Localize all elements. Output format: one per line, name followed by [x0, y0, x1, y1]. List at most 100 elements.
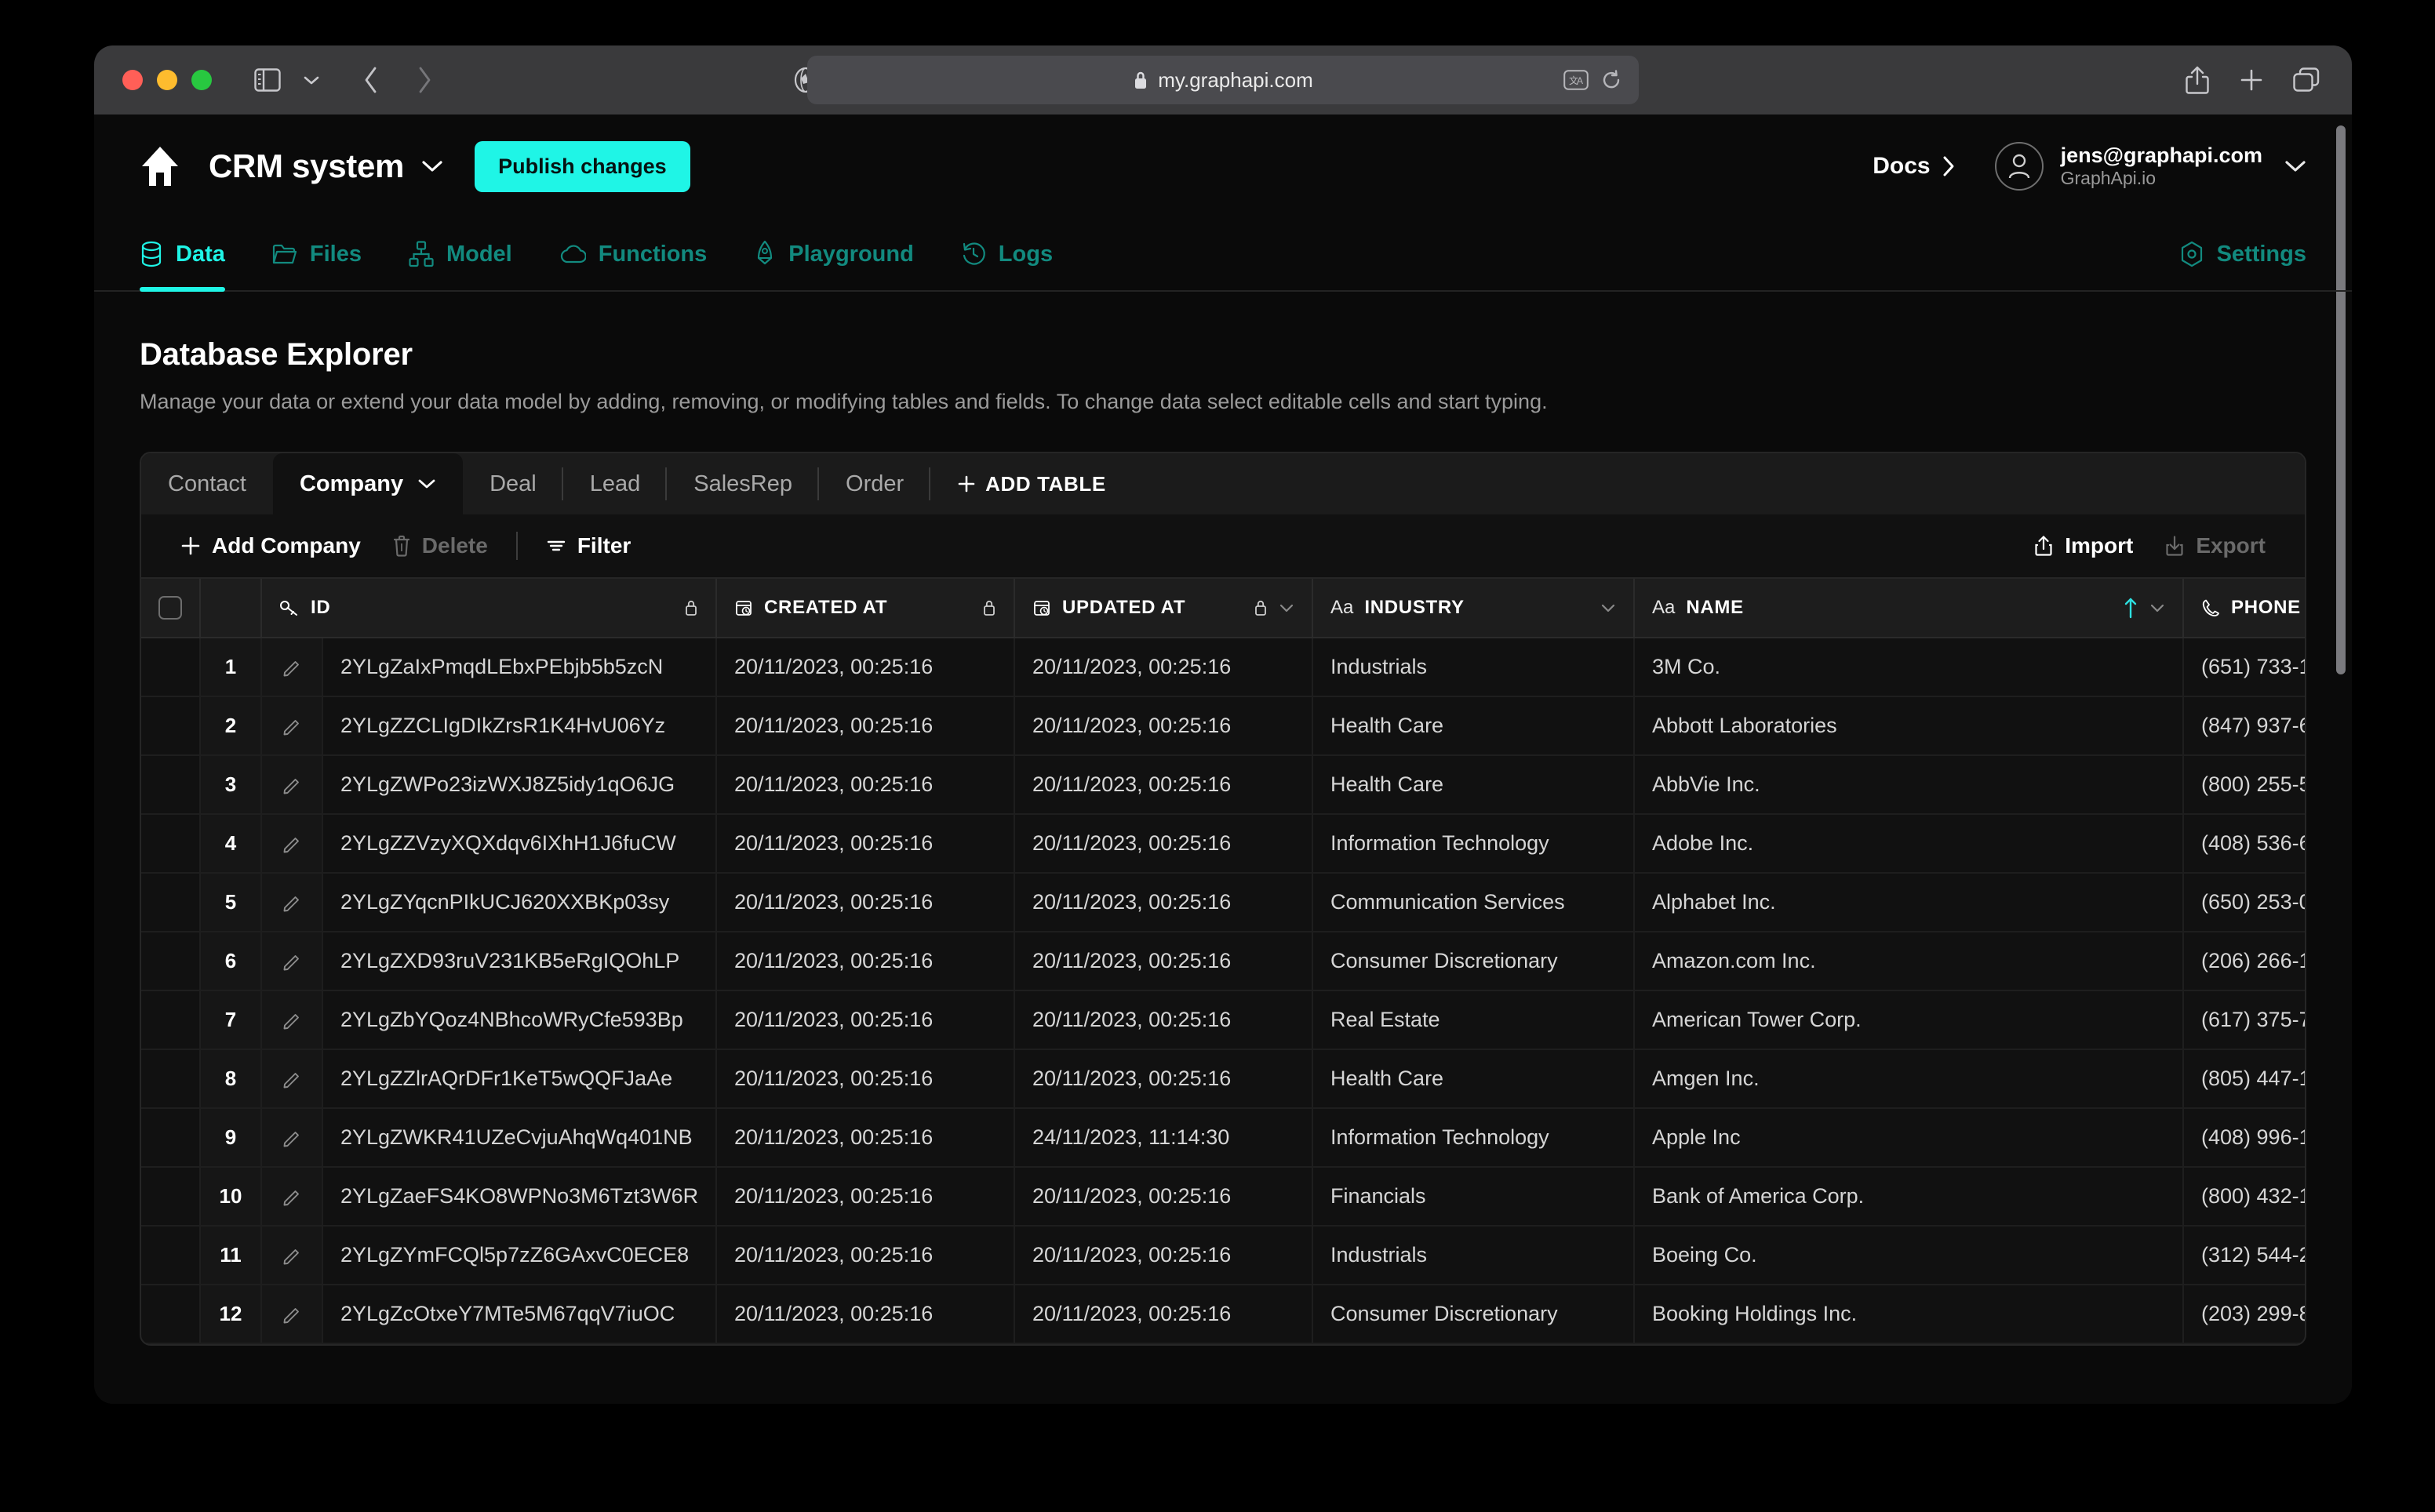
- table-tab-order[interactable]: Order: [819, 453, 931, 514]
- cell-updated-at[interactable]: 20/11/2023, 00:25:16: [1015, 756, 1313, 813]
- table-row[interactable]: 7 2YLgZbYQoz4NBhcoWRyCfe593Bp 20/11/2023, …: [141, 991, 2305, 1050]
- row-select-cell[interactable]: [141, 991, 201, 1049]
- cell-industry[interactable]: Financials: [1313, 1168, 1635, 1225]
- row-select-cell[interactable]: [141, 874, 201, 931]
- cell-name[interactable]: American Tower Corp.: [1635, 991, 2184, 1049]
- import-button[interactable]: Import: [2018, 533, 2149, 558]
- table-row[interactable]: 11 2YLgZYmFCQl5p7zZ6GAxvC0ECE8 20/11/2023,…: [141, 1227, 2305, 1285]
- cell-name[interactable]: Adobe Inc.: [1635, 815, 2184, 872]
- cell-industry[interactable]: Information Technology: [1313, 815, 1635, 872]
- new-tab-icon[interactable]: [2239, 67, 2264, 93]
- cell-phone[interactable]: (203) 299-80: [2184, 1285, 2305, 1343]
- chevron-down-icon[interactable]: [2149, 602, 2165, 613]
- cell-updated-at[interactable]: 20/11/2023, 00:25:16: [1015, 932, 1313, 990]
- cell-updated-at[interactable]: 20/11/2023, 00:25:16: [1015, 638, 1313, 696]
- cell-created-at[interactable]: 20/11/2023, 00:25:16: [717, 815, 1015, 872]
- cell-name[interactable]: 3M Co.: [1635, 638, 2184, 696]
- cell-industry[interactable]: Consumer Discretionary: [1313, 932, 1635, 990]
- chevron-down-icon[interactable]: [417, 478, 436, 490]
- cell-name[interactable]: Bank of America Corp.: [1635, 1168, 2184, 1225]
- cell-id[interactable]: 2YLgZYqcnPIkUCJ620XXBKp03sy: [323, 874, 717, 931]
- table-tab-contact[interactable]: Contact: [141, 453, 273, 514]
- cell-updated-at[interactable]: 20/11/2023, 00:25:16: [1015, 991, 1313, 1049]
- cell-phone[interactable]: (805) 447-10: [2184, 1050, 2305, 1107]
- row-select-cell[interactable]: [141, 932, 201, 990]
- cell-id[interactable]: 2YLgZZVzyXQXdqv6IXhH1J6fuCW: [323, 815, 717, 872]
- row-select-cell[interactable]: [141, 697, 201, 754]
- chevron-down-icon[interactable]: [1600, 602, 1616, 613]
- cell-id[interactable]: 2YLgZZlrAQrDFr1KeT5wQQFJaAe: [323, 1050, 717, 1107]
- sidebar-toggle-icon[interactable]: [249, 62, 286, 98]
- cell-updated-at[interactable]: 20/11/2023, 00:25:16: [1015, 1050, 1313, 1107]
- table-tab-company[interactable]: Company: [272, 453, 464, 514]
- table-tab-deal[interactable]: Deal: [463, 453, 563, 514]
- cell-updated-at[interactable]: 20/11/2023, 00:25:16: [1015, 1227, 1313, 1284]
- row-edit-button[interactable]: [262, 1168, 323, 1225]
- cell-created-at[interactable]: 20/11/2023, 00:25:16: [717, 1227, 1015, 1284]
- table-row[interactable]: 9 2YLgZWKR41UZeCvjuAhqWq401NB 20/11/2023, …: [141, 1109, 2305, 1168]
- cell-created-at[interactable]: 20/11/2023, 00:25:16: [717, 697, 1015, 754]
- row-select-cell[interactable]: [141, 638, 201, 696]
- cell-updated-at[interactable]: 24/11/2023, 11:14:30: [1015, 1109, 1313, 1166]
- cell-industry[interactable]: Health Care: [1313, 697, 1635, 754]
- chevron-down-icon[interactable]: [1279, 602, 1294, 613]
- translate-icon[interactable]: 文A: [1563, 70, 1589, 90]
- cell-phone[interactable]: (312) 544-20: [2184, 1227, 2305, 1284]
- column-header-id[interactable]: ID: [262, 579, 717, 637]
- cell-phone[interactable]: (650) 253-00: [2184, 874, 2305, 931]
- cell-id[interactable]: 2YLgZbYQoz4NBhcoWRyCfe593Bp: [323, 991, 717, 1049]
- cell-id[interactable]: 2YLgZaeFS4KO8WPNo3M6Tzt3W6R: [323, 1168, 717, 1225]
- table-row[interactable]: 2 2YLgZZCLIgDIkZrsR1K4HvU06Yz 20/11/2023, …: [141, 697, 2305, 756]
- cell-id[interactable]: 2YLgZZCLIgDIkZrsR1K4HvU06Yz: [323, 697, 717, 754]
- row-edit-button[interactable]: [262, 874, 323, 931]
- home-icon[interactable]: [140, 144, 180, 188]
- row-edit-button[interactable]: [262, 1109, 323, 1166]
- cell-phone[interactable]: (206) 266-10: [2184, 932, 2305, 990]
- row-select-cell[interactable]: [141, 1227, 201, 1284]
- row-edit-button[interactable]: [262, 638, 323, 696]
- column-header-industry[interactable]: Aa INDUSTRY: [1313, 579, 1635, 637]
- cell-updated-at[interactable]: 20/11/2023, 00:25:16: [1015, 1285, 1313, 1343]
- row-select-cell[interactable]: [141, 1168, 201, 1225]
- cell-phone[interactable]: (800) 432-10: [2184, 1168, 2305, 1225]
- maximize-window-button[interactable]: [191, 70, 212, 90]
- row-select-cell[interactable]: [141, 1109, 201, 1166]
- add-table-button[interactable]: ADD TABLE: [930, 453, 1133, 514]
- cell-id[interactable]: 2YLgZaIxPmqdLEbxPEbjb5b5zcN: [323, 638, 717, 696]
- cell-updated-at[interactable]: 20/11/2023, 00:25:16: [1015, 697, 1313, 754]
- nav-tab-functions[interactable]: Functions: [559, 218, 707, 290]
- cell-created-at[interactable]: 20/11/2023, 00:25:16: [717, 991, 1015, 1049]
- nav-tab-playground[interactable]: Playground: [754, 218, 914, 290]
- forward-chevron-icon[interactable]: [406, 62, 442, 98]
- cell-updated-at[interactable]: 20/11/2023, 00:25:16: [1015, 1168, 1313, 1225]
- address-bar[interactable]: my.graphapi.com 文A: [807, 56, 1639, 104]
- cell-phone[interactable]: (408) 996-10: [2184, 1109, 2305, 1166]
- chevron-down-icon[interactable]: [2284, 159, 2306, 173]
- select-all-cell[interactable]: [141, 579, 201, 637]
- table-row[interactable]: 3 2YLgZWPo23izWXJ8Z5idy1qO6JG 20/11/2023, …: [141, 756, 2305, 815]
- cell-created-at[interactable]: 20/11/2023, 00:25:16: [717, 932, 1015, 990]
- sort-ascending-icon[interactable]: [2123, 597, 2138, 619]
- row-select-cell[interactable]: [141, 1050, 201, 1107]
- sidebar-dropdown-icon[interactable]: [293, 62, 329, 98]
- close-window-button[interactable]: [122, 70, 143, 90]
- nav-tab-logs[interactable]: Logs: [961, 218, 1053, 290]
- cell-id[interactable]: 2YLgZWPo23izWXJ8Z5idy1qO6JG: [323, 756, 717, 813]
- cell-industry[interactable]: Industrials: [1313, 1227, 1635, 1284]
- cell-updated-at[interactable]: 20/11/2023, 00:25:16: [1015, 874, 1313, 931]
- cell-created-at[interactable]: 20/11/2023, 00:25:16: [717, 1285, 1015, 1343]
- row-edit-button[interactable]: [262, 815, 323, 872]
- row-edit-button[interactable]: [262, 1050, 323, 1107]
- back-chevron-icon[interactable]: [353, 62, 389, 98]
- cell-industry[interactable]: Health Care: [1313, 756, 1635, 813]
- table-tab-salesrep[interactable]: SalesRep: [667, 453, 820, 514]
- table-row[interactable]: 12 2YLgZcOtxeY7MTe5M67qqV7iuOC 20/11/2023,…: [141, 1285, 2305, 1344]
- column-header-name[interactable]: Aa NAME: [1635, 579, 2184, 637]
- cell-id[interactable]: 2YLgZWKR41UZeCvjuAhqWq401NB: [323, 1109, 717, 1166]
- row-edit-button[interactable]: [262, 1285, 323, 1343]
- cell-name[interactable]: Booking Holdings Inc.: [1635, 1285, 2184, 1343]
- row-edit-button[interactable]: [262, 932, 323, 990]
- table-row[interactable]: 8 2YLgZZlrAQrDFr1KeT5wQQFJaAe 20/11/2023, …: [141, 1050, 2305, 1109]
- row-edit-button[interactable]: [262, 697, 323, 754]
- filter-button[interactable]: Filter: [530, 514, 646, 577]
